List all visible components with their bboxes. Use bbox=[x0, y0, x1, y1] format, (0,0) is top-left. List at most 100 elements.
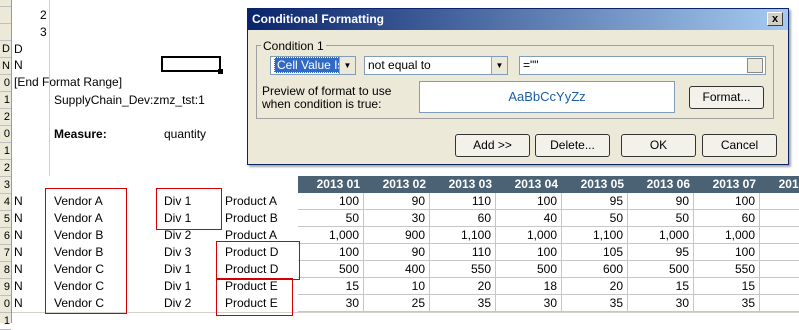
row-header[interactable]: N bbox=[0, 58, 11, 75]
flag-cell[interactable]: N bbox=[10, 244, 40, 261]
value-cell[interactable]: 90 bbox=[364, 244, 430, 261]
value-cell[interactable]: 1,100 bbox=[430, 227, 496, 244]
value-cell[interactable]: 35 bbox=[562, 295, 628, 312]
value-cell[interactable]: 400 bbox=[364, 261, 430, 278]
value-cell[interactable]: 1,000 bbox=[628, 227, 694, 244]
value-cell[interactable]: 90 bbox=[364, 193, 430, 210]
row-header[interactable]: 2 bbox=[0, 109, 11, 126]
product-cell[interactable]: Product B bbox=[221, 210, 296, 227]
value-cell[interactable]: 90 bbox=[628, 193, 694, 210]
value-cell[interactable]: 95 bbox=[562, 193, 628, 210]
value-cell[interactable]: 100 bbox=[298, 244, 364, 261]
flag-cell[interactable]: N bbox=[10, 278, 40, 295]
row-header[interactable]: 1 bbox=[0, 143, 11, 160]
value-cell[interactable]: 500 bbox=[298, 261, 364, 278]
value-cell[interactable]: 95 bbox=[628, 244, 694, 261]
value-cell[interactable]: 50 bbox=[628, 210, 694, 227]
value-cell[interactable]: 35 bbox=[694, 295, 760, 312]
row-header[interactable]: 3 bbox=[0, 177, 11, 194]
row-header[interactable]: 2 bbox=[0, 160, 11, 177]
value-cell[interactable]: 40 bbox=[496, 210, 562, 227]
column-header[interactable]: 2013 08 bbox=[760, 176, 799, 193]
value-cell[interactable]: 30 bbox=[496, 295, 562, 312]
value-cell[interactable]: 10 bbox=[364, 278, 430, 295]
value-cell[interactable]: 110 bbox=[430, 244, 496, 261]
delete-button[interactable]: Delete... bbox=[535, 134, 610, 157]
format-button[interactable]: Format... bbox=[689, 86, 764, 109]
row-header[interactable] bbox=[0, 7, 11, 24]
row-header[interactable]: 0 bbox=[0, 126, 11, 143]
value-cell[interactable]: 35 bbox=[430, 295, 496, 312]
row-header[interactable] bbox=[0, 24, 11, 41]
division-cell[interactable]: Div 1 bbox=[160, 278, 220, 295]
value-cell[interactable]: 600 bbox=[562, 261, 628, 278]
column-header[interactable]: 2013 06 bbox=[628, 176, 694, 193]
value-cell[interactable]: 60 bbox=[430, 210, 496, 227]
product-cell[interactable]: Product A bbox=[221, 193, 296, 210]
ok-button[interactable]: OK bbox=[621, 134, 696, 157]
range-selector-icon[interactable] bbox=[747, 58, 763, 73]
row-header[interactable]: 1 bbox=[0, 92, 11, 109]
value-cell[interactable]: 20 bbox=[562, 278, 628, 295]
division-cell[interactable]: Div 1 bbox=[160, 261, 220, 278]
value-cell[interactable]: 50 bbox=[298, 210, 364, 227]
value-cell[interactable]: 105 bbox=[562, 244, 628, 261]
column-header[interactable]: 2013 05 bbox=[562, 176, 628, 193]
division-cell[interactable]: Div 3 bbox=[160, 244, 220, 261]
value-cell[interactable]: 110 bbox=[430, 193, 496, 210]
condition-type-select[interactable]: Cell Value Is ▼ bbox=[270, 56, 356, 75]
flag-cell[interactable]: N bbox=[10, 210, 40, 227]
chevron-down-icon[interactable]: ▼ bbox=[339, 57, 355, 74]
value-cell[interactable]: 1,000 bbox=[694, 227, 760, 244]
value-cell[interactable]: 15 bbox=[694, 278, 760, 295]
value-cell[interactable]: 35 bbox=[760, 295, 799, 312]
value-cell[interactable]: 550 bbox=[430, 261, 496, 278]
cancel-button[interactable]: Cancel bbox=[702, 134, 777, 157]
value-cell[interactable]: 100 bbox=[496, 244, 562, 261]
column-header[interactable]: 2013 03 bbox=[430, 176, 496, 193]
value-cell[interactable]: 100 bbox=[760, 193, 799, 210]
value-cell[interactable]: 100 bbox=[694, 193, 760, 210]
value-cell[interactable]: 550 bbox=[694, 261, 760, 278]
value-cell[interactable]: 30 bbox=[298, 295, 364, 312]
chevron-down-icon[interactable]: ▼ bbox=[491, 57, 507, 74]
row-header[interactable] bbox=[0, 0, 11, 7]
division-cell[interactable]: Div 2 bbox=[160, 295, 220, 312]
operator-select[interactable]: not equal to ▼ bbox=[364, 56, 508, 75]
column-header[interactable]: 2013 02 bbox=[364, 176, 430, 193]
column-header[interactable]: 2013 04 bbox=[496, 176, 562, 193]
value-cell[interactable]: 60 bbox=[694, 210, 760, 227]
value-cell[interactable]: 500 bbox=[496, 261, 562, 278]
value-cell[interactable]: 50 bbox=[562, 210, 628, 227]
value-cell[interactable]: 500 bbox=[628, 261, 694, 278]
value-cell[interactable]: 18 bbox=[496, 278, 562, 295]
selected-cell[interactable] bbox=[161, 56, 223, 74]
value-cell[interactable]: 15 bbox=[628, 278, 694, 295]
value-cell[interactable]: 15 bbox=[760, 278, 799, 295]
formula-input[interactable]: ="" bbox=[519, 56, 766, 75]
value-cell[interactable]: 60 bbox=[760, 210, 799, 227]
row-header[interactable]: 0 bbox=[0, 75, 11, 92]
value-cell[interactable]: 30 bbox=[364, 210, 430, 227]
flag-cell[interactable]: N bbox=[10, 295, 40, 312]
row-header[interactable]: 1 bbox=[0, 313, 11, 330]
flag-cell[interactable]: N bbox=[10, 193, 40, 210]
value-cell[interactable]: 990 bbox=[760, 227, 799, 244]
dialog-titlebar[interactable]: Conditional Formatting x bbox=[248, 9, 788, 30]
value-cell[interactable]: 100 bbox=[298, 193, 364, 210]
column-header[interactable]: 2013 07 bbox=[694, 176, 760, 193]
value-cell[interactable]: 900 bbox=[364, 227, 430, 244]
flag-cell[interactable]: N bbox=[10, 227, 40, 244]
value-cell[interactable]: 25 bbox=[364, 295, 430, 312]
value-cell[interactable]: 100 bbox=[760, 244, 799, 261]
column-header[interactable]: 2013 01 bbox=[298, 176, 364, 193]
value-cell[interactable]: 1,000 bbox=[298, 227, 364, 244]
value-cell[interactable]: 15 bbox=[298, 278, 364, 295]
add-button[interactable]: Add >> bbox=[455, 134, 530, 157]
row-header[interactable]: D bbox=[0, 41, 11, 58]
value-cell[interactable]: 1,000 bbox=[496, 227, 562, 244]
value-cell[interactable]: 30 bbox=[628, 295, 694, 312]
value-cell[interactable]: 100 bbox=[694, 244, 760, 261]
value-cell[interactable]: 1,100 bbox=[562, 227, 628, 244]
value-cell[interactable]: 100 bbox=[496, 193, 562, 210]
